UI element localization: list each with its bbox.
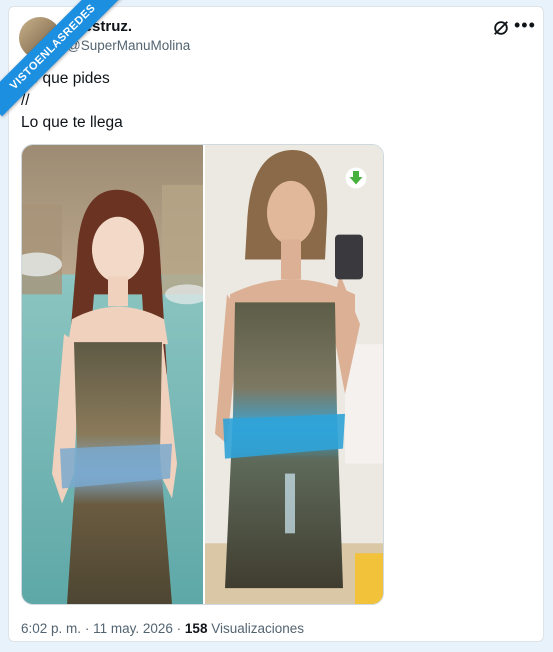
views-label: Visualizaciones <box>211 621 305 636</box>
more-icon[interactable]: ••• <box>514 15 536 36</box>
left-photo[interactable] <box>22 145 203 604</box>
tweet-time[interactable]: 6:02 p. m. <box>21 621 81 636</box>
meta-separator: · <box>84 621 90 636</box>
right-photo[interactable] <box>205 145 384 604</box>
tweet-media[interactable] <box>21 144 384 605</box>
tweet-line: Lo que te llega <box>21 114 123 131</box>
download-icon[interactable] <box>345 167 367 189</box>
tweet-date[interactable]: 11 may. 2026 <box>93 621 173 636</box>
tweet-card: avestruz. @SuperManuMolina ••• Lo que pi… <box>8 6 544 642</box>
meta-separator: · <box>176 621 182 636</box>
views-count: 158 <box>184 621 208 636</box>
author-handle[interactable]: @SuperManuMolina <box>67 38 190 53</box>
grok-icon[interactable] <box>492 19 510 37</box>
tweet-meta: 6:02 p. m. · 11 may. 2026 · 158 Visualiz… <box>21 621 304 636</box>
tweet-line: // <box>21 92 30 109</box>
